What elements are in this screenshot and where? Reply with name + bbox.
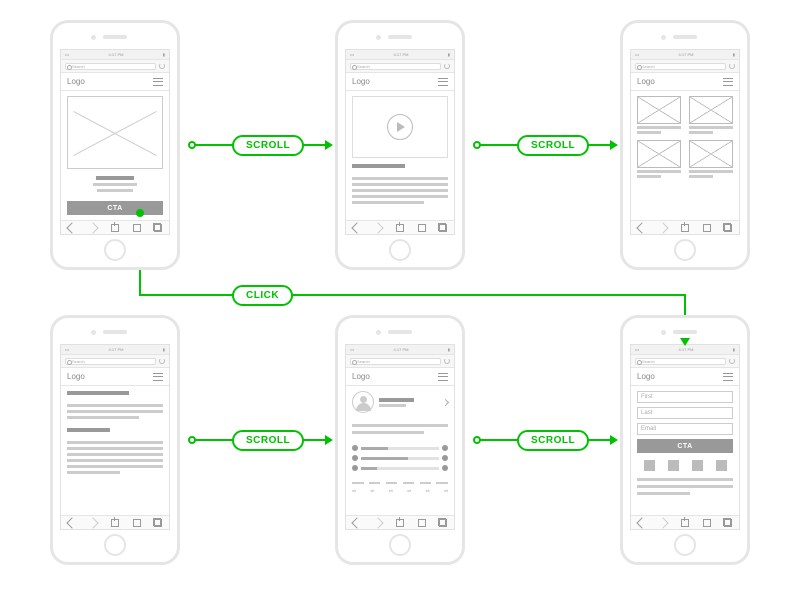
status-bar: •••4:17 PM▮ <box>61 50 169 60</box>
arrowhead-icon <box>325 435 333 445</box>
hero-image-placeholder <box>67 96 163 169</box>
profile-row[interactable] <box>352 391 448 413</box>
slider[interactable] <box>352 465 448 471</box>
connector-label-scroll: SCROLL <box>517 135 589 156</box>
phone-screen-6: •••4:17 PM▮ Search Logo First Last Email… <box>620 315 750 565</box>
logo: Logo <box>67 77 85 86</box>
phone-screen-3: •••4:17 PM▮ Search Logo <box>620 20 750 270</box>
text-line <box>93 183 137 186</box>
first-name-field[interactable]: First <box>637 391 733 403</box>
icon-placeholder <box>644 460 655 471</box>
heading-placeholder <box>96 176 134 180</box>
share-icon[interactable] <box>111 224 119 232</box>
connector-label-scroll: SCROLL <box>232 430 304 451</box>
phone-screen-2: •••4:17 PM▮ Search Logo <box>335 20 465 270</box>
icon-placeholder <box>668 460 679 471</box>
app-nav-bar: Logo <box>61 73 169 91</box>
arrowhead-icon <box>680 338 690 346</box>
arrowhead-icon <box>325 140 333 150</box>
connector-origin-dot <box>188 141 196 149</box>
phone-screen-4: •••4:17 PM▮ Search Logo <box>50 315 180 565</box>
submit-button[interactable]: CTA <box>637 439 733 453</box>
avatar-icon <box>352 391 374 413</box>
back-icon[interactable] <box>66 222 77 233</box>
grid-item[interactable] <box>637 96 681 134</box>
text-line <box>352 201 424 204</box>
browser-toolbar <box>61 220 169 234</box>
heading-placeholder <box>352 164 405 168</box>
email-field[interactable]: Email <box>637 423 733 435</box>
phone-screen-1: •••4:17 PM▮ Search Logo CTA <box>50 20 180 270</box>
last-name-field[interactable]: Last <box>637 407 733 419</box>
browser-url-bar[interactable]: Search <box>61 60 169 73</box>
scale-labels: sitsitsitsitsitsit <box>352 488 448 493</box>
connector-label-scroll: SCROLL <box>232 135 304 156</box>
search-input[interactable]: Search <box>65 63 156 70</box>
slider[interactable] <box>352 455 448 461</box>
text-line <box>97 189 133 192</box>
connector-origin-dot <box>188 436 196 444</box>
cta-button[interactable]: CTA <box>67 201 163 215</box>
image-grid <box>637 96 733 178</box>
image-placeholder <box>637 96 681 124</box>
text-line <box>352 177 448 180</box>
connector-label-scroll: SCROLL <box>517 430 589 451</box>
refresh-icon[interactable] <box>159 63 165 69</box>
connector-origin-dot <box>473 141 481 149</box>
video-player[interactable] <box>352 96 448 158</box>
connector-origin-dot <box>473 436 481 444</box>
forward-icon[interactable] <box>88 222 99 233</box>
grid-item[interactable] <box>689 96 733 134</box>
connector-label-click: CLICK <box>232 285 293 306</box>
text-line <box>352 189 448 192</box>
phone-screen-5: •••4:17 PM▮ Search Logo <box>335 315 465 565</box>
play-icon[interactable] <box>387 114 413 140</box>
grid-item[interactable] <box>637 140 681 178</box>
heading-placeholder <box>67 391 129 395</box>
text-line <box>352 195 448 198</box>
arrowhead-icon <box>610 140 618 150</box>
menu-icon[interactable] <box>153 78 163 86</box>
slider[interactable] <box>352 445 448 451</box>
arrowhead-icon <box>610 435 618 445</box>
text-line <box>352 183 448 186</box>
chevron-right-icon <box>442 398 449 405</box>
connector-origin-dot <box>136 209 144 217</box>
icon-placeholder <box>692 460 703 471</box>
bookmarks-icon[interactable] <box>133 224 141 232</box>
feature-icons-row <box>637 460 733 471</box>
tabs-icon[interactable] <box>154 224 162 232</box>
grid-item[interactable] <box>689 140 733 178</box>
icon-placeholder <box>716 460 727 471</box>
